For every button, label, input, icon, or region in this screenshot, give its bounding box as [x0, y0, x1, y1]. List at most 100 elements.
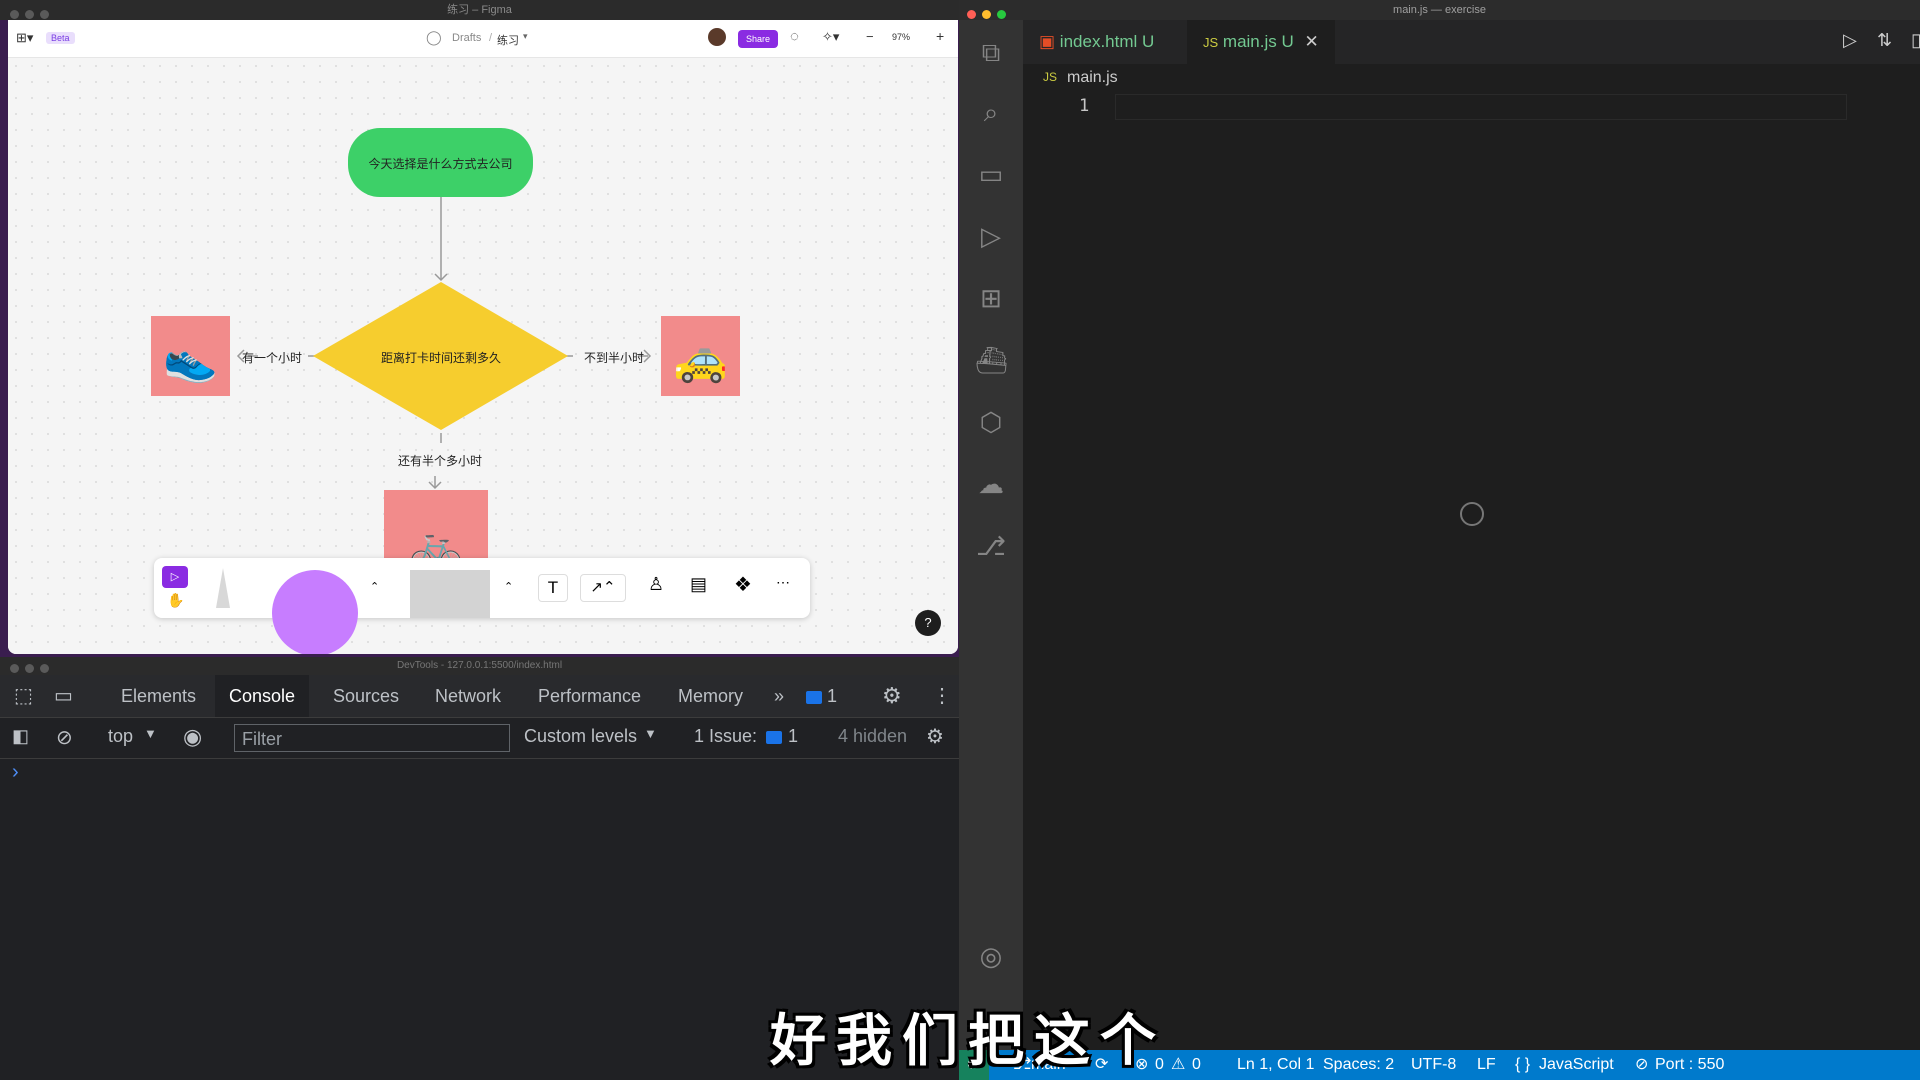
shoe-icon: 👟	[163, 335, 218, 384]
console-settings-icon[interactable]: ⚙	[926, 724, 944, 749]
ellipse-tool-icon[interactable]	[272, 570, 358, 654]
tab-network[interactable]: Network	[435, 675, 501, 717]
chevron-down-icon-2[interactable]: ▼	[644, 726, 657, 741]
console-prompt[interactable]: ›	[12, 761, 19, 784]
section-tool-icon[interactable]: ▤	[690, 574, 707, 595]
chevron-up-icon[interactable]: ⌃	[370, 580, 379, 593]
port-icon: ⊘	[1635, 1056, 1649, 1073]
tab-sources[interactable]: Sources	[333, 675, 399, 717]
tab-index-html-label: index.html	[1059, 32, 1138, 51]
tab-performance[interactable]: Performance	[538, 675, 641, 717]
line-number: 1	[1079, 96, 1090, 116]
warning-count[interactable]: 0	[1192, 1050, 1201, 1080]
explorer-icon[interactable]: ⧉	[975, 36, 1007, 68]
right-edge-label: 不到半小时	[584, 351, 645, 365]
figma-topbar: ⊞▾ Beta ◯ Drafts / 练习 ▾ Share ◌ ✧▾ − 97%…	[8, 20, 958, 58]
zoom-in-button[interactable]: +	[936, 28, 944, 44]
close-icon[interactable]: ✕	[1305, 32, 1319, 51]
chevron-down-icon[interactable]: ▼	[144, 726, 157, 741]
more-tabs-icon[interactable]: »	[774, 675, 784, 717]
search-icon[interactable]: ⌕	[975, 96, 1007, 128]
inspect-element-icon[interactable]: ⬚	[14, 675, 33, 717]
move-tool-icon[interactable]: ▷	[162, 566, 188, 588]
tab-main-js[interactable]: JS main.js U ✕	[1187, 20, 1335, 64]
indent-spaces[interactable]: Spaces: 2	[1323, 1050, 1394, 1080]
main-menu-icon[interactable]: ⊞▾	[16, 30, 33, 46]
levels-select[interactable]: Custom levels	[524, 726, 637, 747]
docker-icon[interactable]: ⛴	[975, 344, 1008, 376]
ai-sparkle-icon[interactable]: ✧▾	[822, 29, 839, 45]
components-icon[interactable]: ❖	[734, 572, 752, 597]
left-edge-label: 有一个小时	[242, 351, 303, 365]
split-editor-icon[interactable]: ◫	[1911, 30, 1920, 51]
live-server-port[interactable]: Port : 550	[1655, 1050, 1724, 1080]
issues-counter[interactable]: 1	[806, 675, 837, 717]
hidden-count: 4 hidden	[838, 726, 908, 746]
more-tools-icon[interactable]: ⋯	[776, 574, 790, 591]
start-node-label: 今天选择是什么方式去公司	[368, 157, 513, 171]
pen-tool-icon[interactable]	[216, 568, 230, 608]
file-encoding[interactable]: UTF-8	[1411, 1050, 1456, 1080]
zoom-out-button[interactable]: −	[866, 29, 874, 44]
tab-memory[interactable]: Memory	[678, 675, 743, 717]
context-select[interactable]: top	[108, 726, 133, 747]
cursor-position[interactable]: Ln 1, Col 1	[1237, 1050, 1314, 1080]
chevron-down-icon[interactable]: ▾	[523, 31, 528, 42]
console-toolbar: ◧ ⊘ top ▼ ◉ Filter Custom levels ▼ 1 Iss…	[0, 718, 959, 759]
kebab-menu-icon[interactable]: ⋮	[932, 675, 952, 717]
figma-toolbar: ▷ ✋ ⌃ ⌃ T ↗⌃ ♙ ▤ ❖ ⋯	[154, 558, 810, 654]
eye-icon[interactable]: ◉	[183, 724, 202, 750]
vscode-titlebar: main.js — exercise	[959, 0, 1920, 20]
hand-tool-icon[interactable]: ✋	[167, 592, 184, 609]
help-button[interactable]: ?	[915, 610, 941, 636]
avatar[interactable]	[708, 28, 726, 46]
package-icon[interactable]: ⬡	[975, 406, 1007, 438]
account-icon[interactable]: ◎	[975, 940, 1007, 972]
breadcrumb-drafts[interactable]: Drafts	[452, 32, 481, 44]
chevron-up-icon-2[interactable]: ⌃	[504, 580, 513, 593]
run-debug-icon[interactable]: ▷	[975, 220, 1007, 252]
tab-index-html[interactable]: ▣ index.html U	[1023, 20, 1170, 64]
tab-index-html-status: U	[1142, 32, 1155, 51]
decision-node-label: 距离打卡时间还剩多久	[380, 351, 501, 365]
stamp-tool-icon[interactable]: ♙	[648, 574, 664, 595]
text-tool-icon[interactable]: T	[538, 574, 568, 602]
video-subtitle: 好我们把这个	[770, 1009, 1166, 1074]
end-of-line[interactable]: LF	[1477, 1050, 1496, 1080]
editor-tabs: ▣ index.html U JS main.js U ✕ ▷ ⇅ ◫	[1023, 20, 1920, 64]
run-icon[interactable]: ▷	[1843, 30, 1857, 51]
compare-changes-icon[interactable]: ⇅	[1877, 30, 1892, 51]
js-file-icon-2: JS	[1043, 70, 1058, 84]
figma-titlebar: 练习 – Figma	[0, 0, 959, 20]
figma-window-title: 练习 – Figma	[447, 4, 512, 16]
language-mode[interactable]: JavaScript	[1539, 1050, 1614, 1080]
devtools-titlebar: DevTools - 127.0.0.1:5500/index.html	[0, 657, 959, 675]
comment-icon[interactable]: ◌	[790, 28, 799, 45]
device-toolbar-icon[interactable]: ▭	[54, 675, 73, 717]
tab-console[interactable]: Console	[215, 675, 310, 717]
team-icon[interactable]: ◯	[426, 29, 442, 46]
breadcrumb-file[interactable]: 练习	[497, 32, 519, 48]
zoom-level[interactable]: 97%	[892, 32, 910, 42]
clear-console-icon[interactable]: ⊘	[56, 725, 73, 750]
cloud-icon[interactable]: ☁	[975, 468, 1007, 500]
issues-label[interactable]: 1 Issue:	[694, 726, 757, 747]
devtools-window-title: DevTools - 127.0.0.1:5500/index.html	[396, 660, 563, 671]
figma-app: ⊞▾ Beta ◯ Drafts / 练习 ▾ Share ◌ ✧▾ − 97%…	[8, 20, 958, 654]
editor-area[interactable]: JS main.js 1	[1023, 64, 1920, 1050]
gear-icon[interactable]: ⚙	[882, 675, 902, 717]
breadcrumb[interactable]: main.js	[1067, 69, 1118, 87]
taxi-icon: 🚕	[673, 335, 728, 384]
remote-explorer-icon[interactable]: ▭	[975, 158, 1007, 190]
html-file-icon: ▣	[1039, 32, 1056, 51]
frame-tool-icon[interactable]	[410, 570, 490, 618]
git-graph-icon[interactable]: ⎇	[975, 530, 1007, 562]
tab-main-js-label: main.js	[1222, 32, 1277, 51]
connector-tool-icon[interactable]: ↗⌃	[580, 574, 626, 602]
extensions-icon[interactable]: ⊞	[975, 282, 1007, 314]
filter-input[interactable]: Filter	[234, 724, 510, 752]
tab-elements[interactable]: Elements	[121, 675, 196, 717]
share-button[interactable]: Share	[738, 30, 779, 48]
devtools-tabbar: ⬚ ▭ Elements Console Sources Network Per…	[0, 675, 959, 718]
sidebar-toggle-icon[interactable]: ◧	[12, 726, 29, 747]
